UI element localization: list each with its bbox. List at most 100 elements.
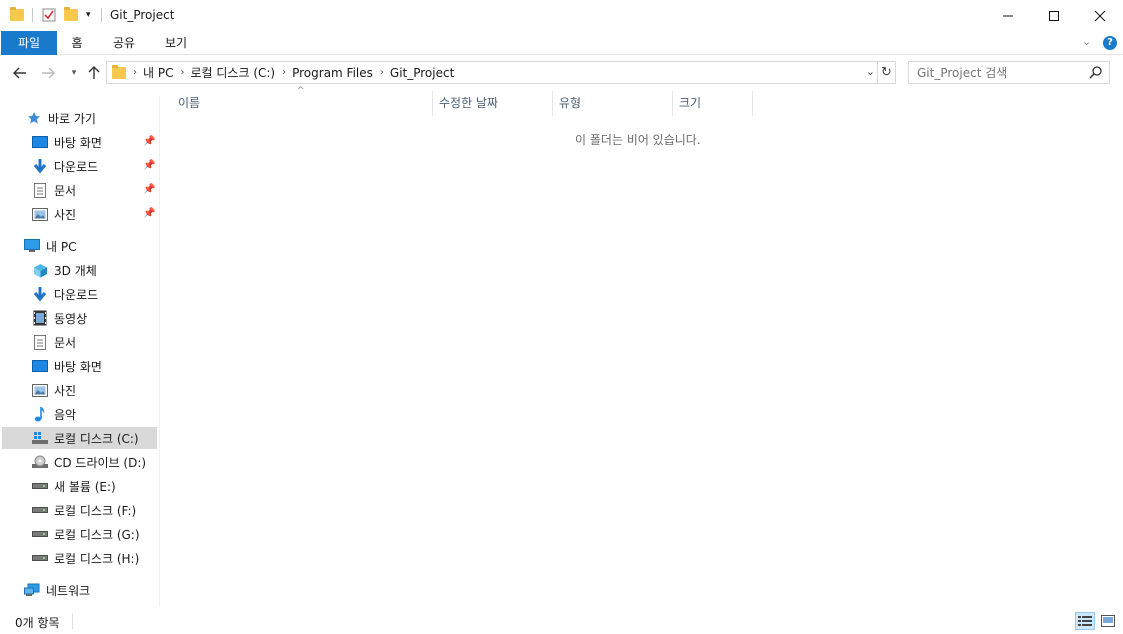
- sidebar-item-desktop-pc[interactable]: 바탕 화면: [0, 355, 158, 377]
- sidebar-item-label: CD 드라이브 (D:): [54, 455, 147, 470]
- music-icon: [32, 406, 48, 422]
- maximize-button[interactable]: [1031, 0, 1077, 31]
- picture-icon: [32, 206, 48, 222]
- sidebar-item-label: 바탕 화면: [54, 359, 102, 374]
- item-count: 0개 항목: [15, 616, 60, 630]
- sidebar-item-documents-pc[interactable]: 문서: [0, 331, 158, 353]
- back-button[interactable]: [10, 63, 30, 83]
- sidebar-item-label: 로컬 디스크 (C:): [54, 431, 139, 446]
- sidebar-item-label: 로컬 디스크 (F:): [54, 503, 137, 518]
- pin-icon[interactable]: 📌: [143, 208, 155, 219]
- column-header-type[interactable]: 유형: [559, 91, 671, 116]
- sidebar-item-videos[interactable]: 동영상: [0, 307, 158, 329]
- sidebar-item-local-disk-f[interactable]: 로컬 디스크 (F:): [0, 499, 158, 521]
- empty-folder-message: 이 폴더는 비어 있습니다.: [575, 133, 701, 147]
- large-icons-view-icon: [1101, 615, 1115, 627]
- document-icon: [32, 182, 48, 198]
- search-input[interactable]: [917, 62, 1087, 83]
- network-icon: [24, 582, 40, 598]
- app-folder-icon: [10, 6, 24, 24]
- breadcrumb-item[interactable]: Git_Project: [390, 66, 454, 80]
- up-button[interactable]: [84, 63, 104, 83]
- close-button[interactable]: [1077, 0, 1123, 31]
- sidebar-item-local-disk-g[interactable]: 로컬 디스크 (G:): [0, 523, 158, 545]
- sidebar-item-local-disk-h[interactable]: 로컬 디스크 (H:): [0, 547, 158, 569]
- tab-file[interactable]: 파일: [1, 31, 57, 55]
- minimize-button[interactable]: [985, 0, 1031, 31]
- address-bar[interactable]: › 내 PC › 로컬 디스크 (C:) › Program Files › G…: [106, 61, 896, 84]
- column-divider[interactable]: [672, 91, 673, 116]
- sidebar-item-quick-access[interactable]: 바로 가기: [0, 107, 158, 129]
- column-divider[interactable]: [552, 91, 553, 116]
- separator: [101, 8, 102, 22]
- sidebar-item-pictures-pc[interactable]: 사진: [0, 379, 158, 401]
- 3d-objects-icon: [32, 262, 48, 278]
- title-bar: ▾ Git_Project: [0, 0, 1123, 31]
- sidebar-item-music[interactable]: 음악: [0, 403, 158, 425]
- breadcrumb-chevron-icon[interactable]: ›: [282, 67, 286, 78]
- pin-icon[interactable]: 📌: [143, 136, 155, 147]
- status-bar: 0개 항목: [0, 608, 1123, 634]
- system-drive-icon: [32, 430, 48, 446]
- breadcrumb-chevron-icon[interactable]: ›: [180, 67, 184, 78]
- sidebar-item-pictures[interactable]: 사진 📌: [0, 203, 158, 225]
- video-icon: [32, 310, 48, 326]
- sidebar-item-this-pc[interactable]: 내 PC: [0, 235, 158, 257]
- properties-icon[interactable]: [42, 6, 56, 24]
- details-view-icon: [1078, 616, 1092, 626]
- sidebar-item-label: 다운로드: [54, 287, 99, 302]
- sidebar-item-downloads[interactable]: 다운로드 📌: [0, 155, 158, 177]
- column-divider[interactable]: [752, 91, 753, 116]
- sidebar-item-downloads-pc[interactable]: 다운로드: [0, 283, 158, 305]
- customize-toolbar-icon[interactable]: ▾: [86, 6, 91, 24]
- column-header-date-modified[interactable]: 수정한 날짜: [439, 91, 551, 116]
- this-pc-icon: [24, 238, 40, 254]
- tab-home[interactable]: 홈: [63, 31, 91, 55]
- new-folder-icon[interactable]: [64, 6, 78, 24]
- search-icon[interactable]: [1089, 65, 1103, 79]
- sidebar-item-3d-objects[interactable]: 3D 개체: [0, 259, 158, 281]
- sidebar-item-volume-e[interactable]: 새 볼륨 (E:): [0, 475, 158, 497]
- sidebar-item-label: 사진: [54, 383, 77, 398]
- sidebar-item-cd-drive-d[interactable]: CD 드라이브 (D:): [0, 451, 158, 473]
- breadcrumb-item[interactable]: 내 PC: [143, 64, 173, 81]
- recent-locations-button[interactable]: ▾: [64, 63, 84, 83]
- breadcrumb-item[interactable]: Program Files: [292, 66, 373, 80]
- tab-view[interactable]: 보기: [158, 31, 194, 55]
- address-history-dropdown-icon[interactable]: ⌄: [866, 65, 875, 78]
- details-view-button[interactable]: [1075, 612, 1095, 630]
- sidebar-item-label: 사진: [54, 207, 77, 222]
- sidebar-item-documents[interactable]: 문서 📌: [0, 179, 158, 201]
- tab-share[interactable]: 공유: [106, 31, 142, 55]
- drive-icon: [32, 478, 48, 494]
- sidebar-item-label: 문서: [54, 335, 77, 350]
- sidebar-item-desktop[interactable]: 바탕 화면 📌: [0, 131, 158, 153]
- drive-icon: [32, 550, 48, 566]
- breadcrumb-chevron-icon[interactable]: ›: [380, 67, 384, 78]
- sidebar-item-label: 바탕 화면: [54, 135, 102, 150]
- folder-icon: [112, 64, 126, 79]
- forward-button[interactable]: [38, 63, 58, 83]
- desktop-icon: [32, 358, 48, 374]
- pin-icon[interactable]: 📌: [143, 184, 155, 195]
- column-header-name[interactable]: 이름: [178, 91, 432, 116]
- sidebar-item-label: 다운로드: [54, 159, 99, 174]
- sidebar-item-label: 바로 가기: [48, 111, 96, 126]
- help-icon[interactable]: ?: [1103, 36, 1117, 50]
- large-icons-view-button[interactable]: [1098, 612, 1118, 630]
- breadcrumb-chevron-icon[interactable]: ›: [133, 67, 137, 78]
- sidebar-item-label: 음악: [54, 407, 77, 422]
- pin-icon[interactable]: 📌: [143, 160, 155, 171]
- column-divider[interactable]: [432, 91, 433, 116]
- refresh-icon[interactable]: ↻: [877, 62, 895, 83]
- desktop-icon: [32, 134, 48, 150]
- download-icon: [32, 286, 48, 302]
- ribbon-expand-icon[interactable]: ⌄: [1082, 35, 1091, 48]
- column-header-size[interactable]: 크기: [679, 91, 751, 116]
- star-icon: [26, 110, 42, 126]
- search-box[interactable]: [908, 61, 1110, 84]
- breadcrumb-item[interactable]: 로컬 디스크 (C:): [190, 64, 275, 81]
- sidebar-item-local-disk-c[interactable]: 로컬 디스크 (C:): [2, 427, 157, 449]
- sidebar-item-network[interactable]: 네트워크: [0, 579, 158, 601]
- sidebar-item-label: 동영상: [54, 311, 88, 326]
